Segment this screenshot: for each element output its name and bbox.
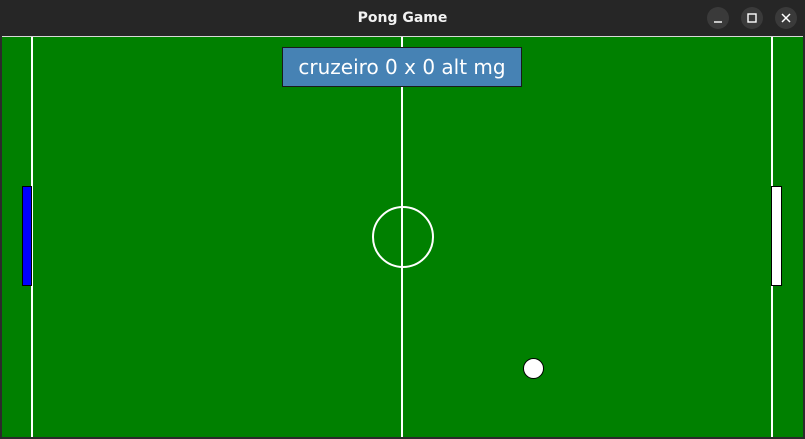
ball	[523, 358, 544, 379]
scoreboard: cruzeiro 0 x 0 alt mg	[282, 47, 522, 87]
close-icon	[781, 13, 791, 23]
window-title: Pong Game	[357, 10, 448, 26]
minimize-icon	[714, 21, 722, 23]
left-paddle	[22, 186, 32, 286]
game-canvas[interactable]: cruzeiro 0 x 0 alt mg	[2, 36, 803, 437]
game-window: Pong Game cruzeiro 0 x 0 alt mg	[0, 0, 805, 439]
maximize-icon	[747, 13, 757, 23]
center-circle	[372, 206, 434, 268]
minimize-button[interactable]	[707, 7, 729, 29]
right-paddle	[771, 186, 782, 286]
title-bar[interactable]: Pong Game	[0, 0, 805, 36]
close-button[interactable]	[775, 7, 797, 29]
maximize-button[interactable]	[741, 7, 763, 29]
